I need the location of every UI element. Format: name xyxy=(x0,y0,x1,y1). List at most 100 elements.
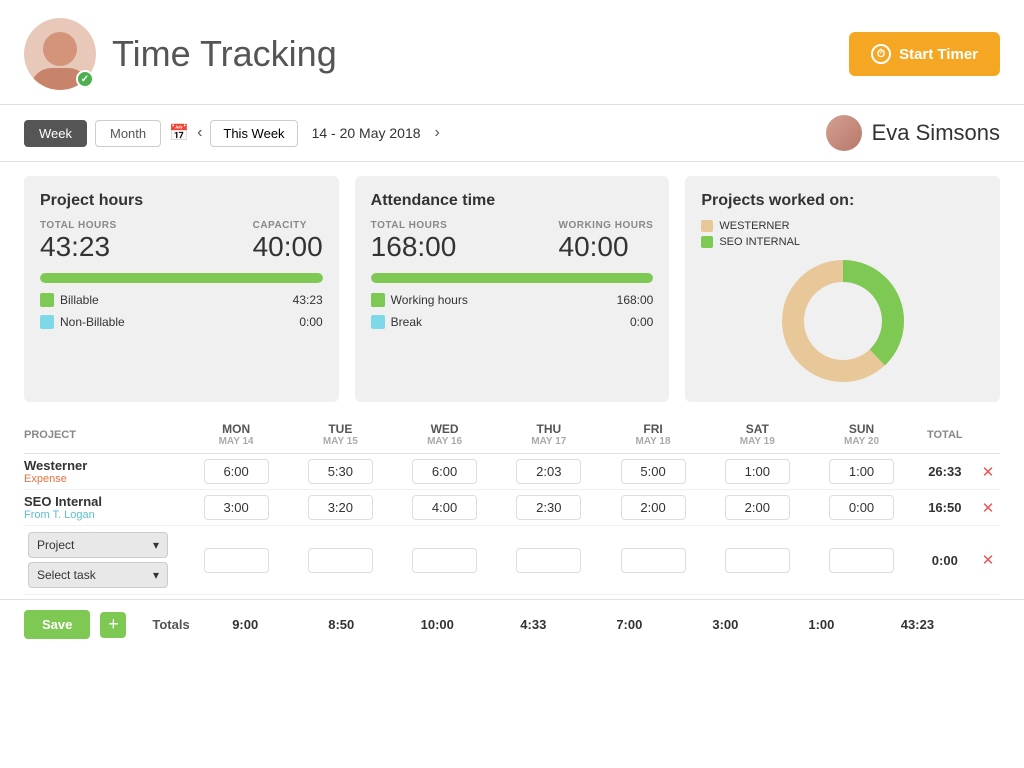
add-button[interactable]: + xyxy=(100,612,126,638)
attendance-total-col: TOTAL HOURS 168:00 xyxy=(371,220,457,263)
project-dropdown-label: Project xyxy=(37,538,74,552)
nav-right: Eva Simsons xyxy=(826,115,1000,151)
westerner-label: WESTERNER xyxy=(719,220,789,232)
sun-cell xyxy=(809,490,913,526)
page-title: Time Tracking xyxy=(112,33,337,75)
row-total: 26:33 xyxy=(928,464,961,479)
col-project: PROJECT xyxy=(24,416,184,454)
new-thu-input[interactable] xyxy=(516,548,581,573)
thu-input[interactable] xyxy=(516,459,581,484)
new-sun-input[interactable] xyxy=(829,548,894,573)
col-fri: Fri May 18 xyxy=(601,416,705,454)
projects-worked-card: Projects worked on: WESTERNER SEO INTERN… xyxy=(685,176,1000,402)
new-delete-button[interactable]: ✕ xyxy=(982,551,995,569)
cards-row: Project hours TOTAL HOURS 43:23 CAPACITY… xyxy=(0,162,1024,416)
col-sat: Sat May 19 xyxy=(705,416,809,454)
this-week-button[interactable]: This Week xyxy=(210,120,297,147)
projects-worked-title: Projects worked on: xyxy=(701,192,984,210)
project-select-wrap: Project ▾ Select task ▾ xyxy=(28,532,180,588)
attendance-total-value: 168:00 xyxy=(371,231,457,263)
tab-week[interactable]: Week xyxy=(24,120,87,147)
table-row: SEO Internal From T. Logan 16:50 ✕ xyxy=(24,490,1000,526)
header-left: Time Tracking xyxy=(24,18,337,90)
user-name: Eva Simsons xyxy=(872,120,1000,146)
project-info-cell: Westerner Expense xyxy=(24,454,184,490)
new-total-value: 0:00 xyxy=(932,553,958,568)
col-actions xyxy=(976,416,1000,454)
col-thu: Thu May 17 xyxy=(497,416,601,454)
project-hours-title: Project hours xyxy=(40,192,323,210)
date-range: 14 - 20 May 2018 xyxy=(312,125,421,141)
capacity-label: CAPACITY xyxy=(253,220,323,231)
fri-cell xyxy=(601,454,705,490)
donut-wrapper xyxy=(701,256,984,386)
seo-legend: SEO INTERNAL xyxy=(701,236,984,248)
project-sub: Expense xyxy=(24,473,180,485)
billable-dot xyxy=(40,293,54,307)
tue-cell xyxy=(288,490,392,526)
sat-input[interactable] xyxy=(725,495,790,520)
project-name: SEO Internal xyxy=(24,494,180,509)
table-body: Westerner Expense 26:33 ✕ SEO Internal F… xyxy=(24,454,1000,526)
task-dropdown[interactable]: Select task ▾ xyxy=(28,562,168,588)
mon-input[interactable] xyxy=(204,459,269,484)
working-hours-legend-label: Working hours xyxy=(391,293,468,307)
fri-input[interactable] xyxy=(621,495,686,520)
sat-input[interactable] xyxy=(725,459,790,484)
new-tue-cell xyxy=(288,526,392,595)
total-all: 43:23 xyxy=(880,617,955,632)
tue-input[interactable] xyxy=(308,459,373,484)
new-delete-cell: ✕ xyxy=(976,526,1000,595)
thu-cell xyxy=(497,490,601,526)
fri-input[interactable] xyxy=(621,459,686,484)
col-sun: Sun May 20 xyxy=(809,416,913,454)
new-fri-cell xyxy=(601,526,705,595)
nonbillable-row: Non-Billable 0:00 xyxy=(40,315,323,329)
wed-input[interactable] xyxy=(412,459,477,484)
tue-input[interactable] xyxy=(308,495,373,520)
calendar-icon[interactable]: 📅 xyxy=(169,123,189,143)
break-row: Break 0:00 xyxy=(371,315,654,329)
start-timer-button[interactable]: ⏱ Start Timer xyxy=(849,32,1000,76)
delete-button[interactable]: ✕ xyxy=(982,499,995,517)
total-cell: 26:33 xyxy=(914,454,976,490)
billable-legend: Billable xyxy=(40,293,99,307)
delete-button[interactable]: ✕ xyxy=(982,463,995,481)
new-sat-input[interactable] xyxy=(725,548,790,573)
new-mon-input[interactable] xyxy=(204,548,269,573)
save-button[interactable]: Save xyxy=(24,610,90,639)
westerner-legend: WESTERNER xyxy=(701,220,984,232)
start-timer-label: Start Timer xyxy=(899,46,978,63)
prev-week-button[interactable]: ‹ xyxy=(197,124,202,142)
next-week-button[interactable]: › xyxy=(435,124,440,142)
mon-input[interactable] xyxy=(204,495,269,520)
thu-input[interactable] xyxy=(516,495,581,520)
break-value: 0:00 xyxy=(630,315,653,329)
project-hours-stats: TOTAL HOURS 43:23 CAPACITY 40:00 xyxy=(40,220,323,263)
new-fri-input[interactable] xyxy=(621,548,686,573)
working-hours-legend: Working hours xyxy=(371,293,468,307)
sun-input[interactable] xyxy=(829,495,894,520)
total-fri: 7:00 xyxy=(592,617,667,632)
wed-cell xyxy=(392,454,496,490)
attendance-total-label: TOTAL HOURS xyxy=(371,220,457,231)
avatar-face xyxy=(43,32,77,66)
tab-month[interactable]: Month xyxy=(95,120,161,147)
donut-chart xyxy=(778,256,908,386)
sun-input[interactable] xyxy=(829,459,894,484)
row-total: 16:50 xyxy=(928,500,961,515)
total-thu: 4:33 xyxy=(496,617,571,632)
seo-label: SEO INTERNAL xyxy=(719,236,800,248)
new-wed-input[interactable] xyxy=(412,548,477,573)
project-dropdown[interactable]: Project ▾ xyxy=(28,532,168,558)
break-legend: Break xyxy=(371,315,422,329)
totals-label: Totals xyxy=(152,617,189,632)
billable-value: 43:23 xyxy=(293,293,323,307)
nav-bar: Week Month 📅 ‹ This Week 14 - 20 May 201… xyxy=(0,105,1024,162)
sun-cell xyxy=(809,454,913,490)
attendance-progress xyxy=(371,273,654,283)
new-tue-input[interactable] xyxy=(308,548,373,573)
total-hours-col: TOTAL HOURS 43:23 xyxy=(40,220,117,263)
sat-cell xyxy=(705,454,809,490)
wed-input[interactable] xyxy=(412,495,477,520)
